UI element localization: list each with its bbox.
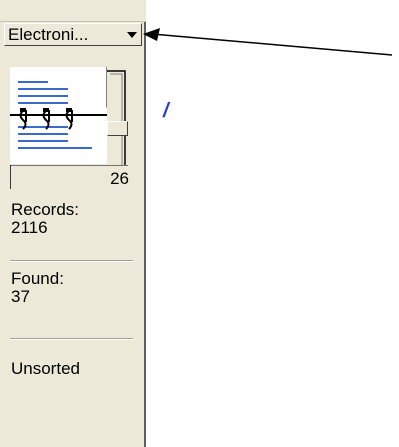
- spiral-notebook-icon[interactable]: [10, 67, 107, 164]
- status-area: Electroni... 26 Records: 2116 Found: 37 …: [0, 0, 146, 447]
- found-count: 37: [11, 287, 30, 306]
- layout-menu-dropdown[interactable]: Electroni...: [4, 23, 142, 46]
- records-count: 2116: [11, 218, 48, 237]
- filemaker-window: Electroni... 26 Records: 2116 Found: 37 …: [0, 0, 399, 447]
- current-record-number: 26: [110, 169, 129, 188]
- chevron-down-icon[interactable]: [127, 32, 137, 38]
- status-area-top-strip: [0, 0, 146, 22]
- found-label: Found:: [11, 269, 64, 288]
- layout-menu-label: Electroni...: [8, 25, 89, 44]
- records-label: Records:: [11, 200, 80, 219]
- content-edge-glyph: /: [163, 100, 169, 122]
- sort-status: Unsorted: [11, 359, 80, 378]
- record-slider-thumb[interactable]: [107, 121, 128, 136]
- record-book-widget: 26: [10, 67, 129, 189]
- record-slider-track[interactable]: [107, 67, 129, 165]
- divider: [10, 338, 133, 340]
- divider: [10, 260, 133, 262]
